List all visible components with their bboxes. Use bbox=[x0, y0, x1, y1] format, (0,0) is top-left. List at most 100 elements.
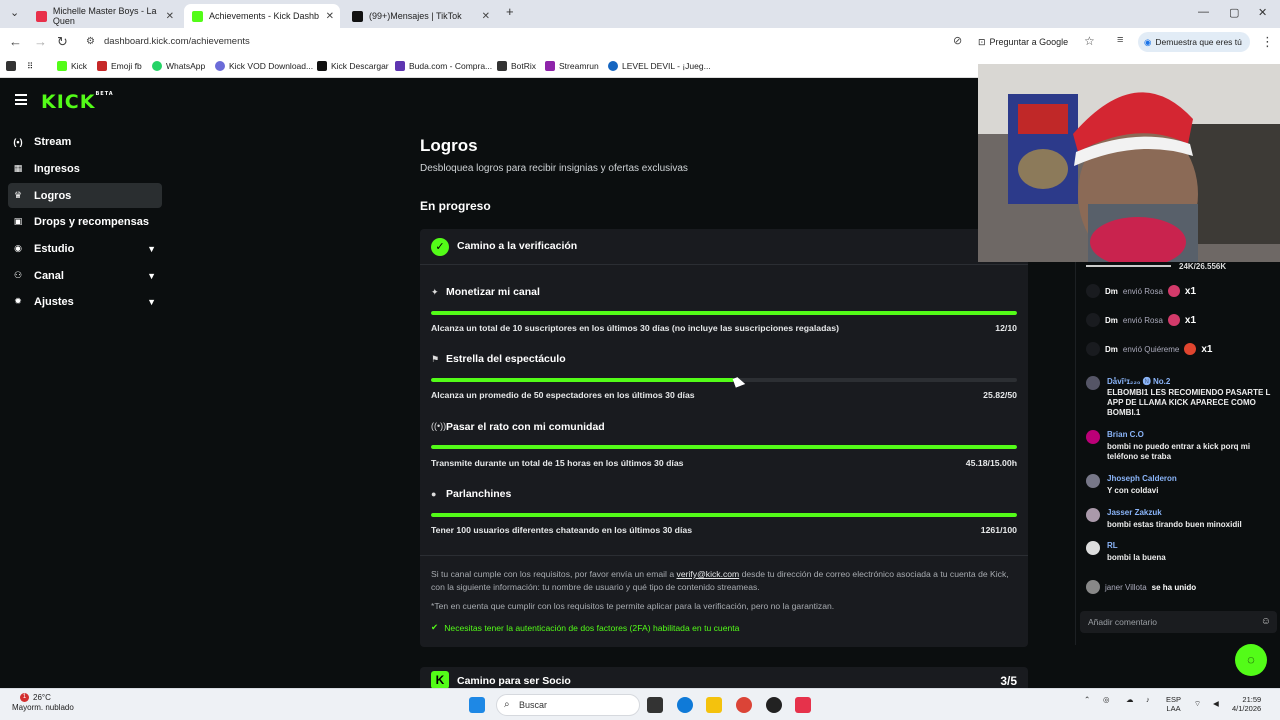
sidebar-item-canal[interactable]: ⚇ Canal ▼ bbox=[8, 263, 162, 288]
chat-input[interactable]: Añadir comentario ☺ bbox=[1080, 611, 1277, 633]
requirement-desc: Alcanza un total de 10 suscriptores en l… bbox=[431, 323, 839, 333]
ask-google-button[interactable]: ⊡ Preguntar a Google bbox=[978, 33, 1068, 51]
taskbar-search[interactable]: ⌕ Buscar bbox=[496, 694, 640, 716]
sidebar-item-logros[interactable]: ♛ Logros bbox=[8, 183, 162, 208]
requirement-title: Parlanchines bbox=[446, 488, 512, 500]
windows-start-icon[interactable] bbox=[469, 697, 485, 713]
browser-tab-bar: ⌄ Michelle Master Boys - La Quen ✕ Achie… bbox=[0, 0, 1280, 28]
chevron-down-icon[interactable]: ▼ bbox=[147, 244, 156, 254]
bookmark-kick-descargar[interactable]: Kick Descargar bbox=[317, 61, 389, 71]
mic-icon[interactable]: ♪ bbox=[1146, 695, 1150, 704]
close-icon[interactable]: ✕ bbox=[482, 11, 490, 22]
sidebar-item-label: Ingresos bbox=[34, 162, 80, 175]
avatar bbox=[1086, 541, 1100, 555]
menu-icon[interactable] bbox=[15, 94, 27, 108]
bookmark-kick[interactable]: Kick bbox=[57, 61, 87, 71]
sidebar-item-stream[interactable]: (•) Stream bbox=[8, 129, 162, 154]
chat-username[interactable]: Dåvī³ɪ₂₂₀ 🅝 No.2 bbox=[1107, 376, 1170, 387]
temperature: 26°C bbox=[33, 693, 51, 702]
volume-icon[interactable]: ◀ bbox=[1213, 699, 1219, 708]
sidebar-item-label: Estudio bbox=[34, 242, 75, 255]
close-icon[interactable]: ✕ bbox=[166, 11, 174, 22]
card-header[interactable]: ✓ Camino a la verificación bbox=[420, 229, 1028, 265]
search-label: Buscar bbox=[519, 700, 548, 710]
forward-icon[interactable]: → bbox=[34, 34, 47, 49]
chat-fab-icon[interactable]: ◌ bbox=[1235, 644, 1267, 676]
edge-icon[interactable] bbox=[677, 697, 693, 713]
chrome-icon[interactable] bbox=[736, 697, 752, 713]
prove-human-button[interactable]: ◉ Demuestra que eres tú bbox=[1138, 32, 1250, 52]
star-icon[interactable]: ☆ bbox=[1084, 34, 1095, 48]
back-icon[interactable]: ← bbox=[9, 34, 22, 49]
bookmark-level-devil[interactable]: LEVEL DEVIL - ¡Jueg... bbox=[608, 61, 711, 71]
obs-icon[interactable] bbox=[766, 697, 782, 713]
chat-username[interactable]: Jasser Zakzuk bbox=[1107, 508, 1162, 517]
tab-youtube[interactable]: Michelle Master Boys - La Quen ✕ bbox=[28, 4, 180, 28]
avatar bbox=[1086, 474, 1100, 488]
chat-message: Jhoseph Calderon Y con coldavi bbox=[1086, 474, 1280, 498]
tab-kick[interactable]: Achievements - Kick Dashb ✕ bbox=[184, 4, 340, 28]
progress-bar bbox=[431, 445, 1017, 449]
emoji-icon[interactable]: ☺ bbox=[1261, 616, 1271, 627]
bookmark-folder-icon[interactable] bbox=[6, 61, 16, 71]
reload-icon[interactable]: ↻ bbox=[57, 34, 68, 50]
apps-icon[interactable]: ⠿ bbox=[27, 61, 33, 72]
verify-email-link[interactable]: verify@kick.com bbox=[677, 569, 740, 579]
kick-logo[interactable]: KICKBETA bbox=[41, 91, 114, 113]
join-user[interactable]: janer Villota bbox=[1105, 583, 1147, 592]
weather-widget[interactable]: 26°C Mayorm. nublado bbox=[12, 693, 74, 713]
whatsapp-icon bbox=[152, 61, 162, 71]
wifi-icon[interactable]: ⌔ bbox=[1194, 699, 1201, 708]
gift-multiplier: x1 bbox=[1184, 314, 1197, 326]
language-indicator[interactable]: ESP LAA bbox=[1166, 695, 1181, 713]
page-subtitle: Desbloquea logros para recibir insignias… bbox=[420, 163, 688, 174]
url-field[interactable]: dashboard.kick.com/achievements bbox=[104, 36, 250, 47]
task-view-icon[interactable] bbox=[647, 697, 663, 713]
new-tab-icon[interactable]: + bbox=[506, 4, 514, 19]
eye-off-icon[interactable]: ⊘ bbox=[953, 34, 962, 47]
chevron-down-icon[interactable]: ▼ bbox=[147, 297, 156, 307]
bookmark-streamrun[interactable]: Streamrun bbox=[545, 61, 599, 71]
chat-username[interactable]: RL bbox=[1107, 541, 1118, 550]
search-icon: ⌕ bbox=[504, 699, 510, 710]
gift-user[interactable]: Dm bbox=[1105, 345, 1118, 354]
chat-username[interactable]: Jhoseph Calderon bbox=[1107, 474, 1177, 483]
site-info-icon[interactable]: ⚙ bbox=[86, 36, 95, 47]
cloud-icon[interactable]: ☁ bbox=[1126, 695, 1134, 704]
gift-user[interactable]: Dm bbox=[1105, 316, 1118, 325]
sidebar-item-drops[interactable]: ▣ Drops y recompensas bbox=[8, 209, 162, 234]
tray-app-icon[interactable]: ◎ bbox=[1103, 695, 1110, 704]
tab-tiktok[interactable]: (99+)Mensajes | TikTok ✕ bbox=[344, 4, 496, 28]
tab-list-icon[interactable]: ⌄ bbox=[10, 6, 19, 19]
restore-icon[interactable]: ▢ bbox=[1229, 6, 1239, 19]
clock[interactable]: 21:59 4/1/2026 bbox=[1232, 695, 1261, 713]
close-icon[interactable]: ✕ bbox=[326, 11, 334, 22]
gift-user[interactable]: Dm bbox=[1105, 287, 1118, 296]
botrix-icon bbox=[497, 61, 507, 71]
sidebar-item-ingresos[interactable]: ▦ Ingresos bbox=[8, 156, 162, 181]
sidebar-item-estudio[interactable]: ◉ Estudio ▼ bbox=[8, 236, 162, 261]
tiktok-icon[interactable] bbox=[795, 697, 811, 713]
info-text: Si tu canal cumple con los requisitos, p… bbox=[431, 569, 677, 579]
studio-icon: ◉ bbox=[14, 243, 22, 253]
bookmark-buda[interactable]: Buda.com - Compra... bbox=[395, 61, 492, 71]
sidebar-item-label: Ajustes bbox=[34, 295, 74, 308]
avatar bbox=[1086, 580, 1100, 594]
bookmark-kick-vod[interactable]: Kick VOD Download... bbox=[215, 61, 313, 71]
sidebar-item-ajustes[interactable]: ✹ Ajustes ▼ bbox=[8, 289, 162, 314]
file-explorer-icon[interactable] bbox=[706, 697, 722, 713]
language-code: ESP bbox=[1166, 695, 1182, 704]
bookmark-whatsapp[interactable]: WhatsApp bbox=[152, 61, 205, 71]
bookmark-botrix[interactable]: BotRix bbox=[497, 61, 536, 71]
minimize-icon[interactable]: — bbox=[1198, 6, 1209, 18]
chat-username[interactable]: Brian C.O bbox=[1107, 430, 1144, 439]
more-icon[interactable]: ⋮ bbox=[1261, 34, 1274, 50]
ask-google-label: Preguntar a Google bbox=[989, 37, 1069, 47]
tray-chevron-icon[interactable]: ⌃ bbox=[1084, 695, 1090, 704]
chevron-down-icon[interactable]: ▼ bbox=[147, 271, 156, 281]
star-icon: ⚑ bbox=[431, 354, 440, 364]
media-icon[interactable]: ≡ bbox=[1117, 34, 1123, 46]
bookmark-emoji[interactable]: Emoji fb bbox=[97, 61, 142, 71]
kick-icon bbox=[57, 61, 67, 71]
close-window-icon[interactable]: ✕ bbox=[1258, 6, 1267, 19]
